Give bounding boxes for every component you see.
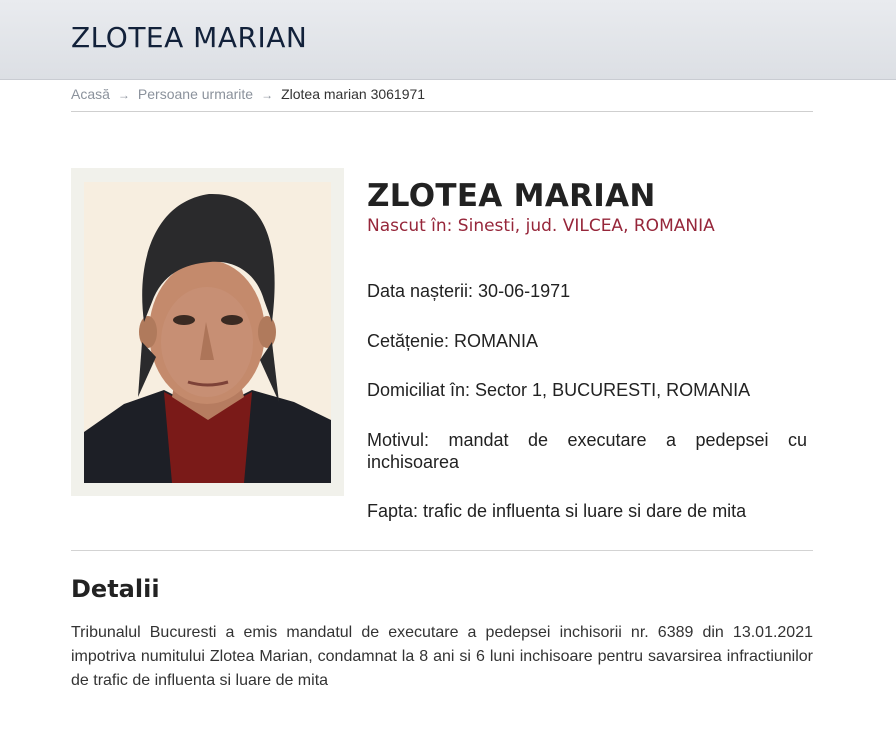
citizenship: Cetățenie: ROMANIA (367, 331, 539, 351)
reason: Motivul: mandat de executare a pedepsei … (367, 430, 807, 472)
page-title: ZLOTEA MARIAN (71, 21, 308, 54)
person-photo (84, 182, 331, 483)
photo-frame (71, 168, 344, 496)
offense: Fapta: trafic de influenta si luare si d… (367, 501, 747, 521)
residence: Domiciliat în: Sector 1, BUCURESTI, ROMA… (367, 380, 751, 400)
breadcrumb-home-link[interactable]: Acasă (71, 86, 110, 102)
arrow-right-icon: → (117, 88, 130, 102)
breadcrumb-current: Zlotea marian 3061971 (281, 86, 426, 102)
birthplace: Nascut în: Sinesti, jud. VILCEA, ROMANIA (367, 216, 715, 236)
breadcrumb-section-link[interactable]: Persoane urmarite (138, 86, 253, 102)
breadcrumb: Acasă → Persoane urmarite → Zlotea marian 30… (71, 86, 813, 112)
section-divider (71, 550, 813, 551)
profile-info: ZLOTEA MARIAN Nascut în: Sinesti, jud. V… (367, 178, 807, 521)
details-heading: Detalii (71, 575, 160, 603)
birth-date: Data nașterii: 30-06-1971 (367, 281, 571, 301)
arrow-right-icon: → (261, 88, 274, 102)
details-text: Tribunalul Bucuresti a emis mandatul de … (71, 624, 813, 689)
person-name: ZLOTEA MARIAN (367, 178, 656, 214)
